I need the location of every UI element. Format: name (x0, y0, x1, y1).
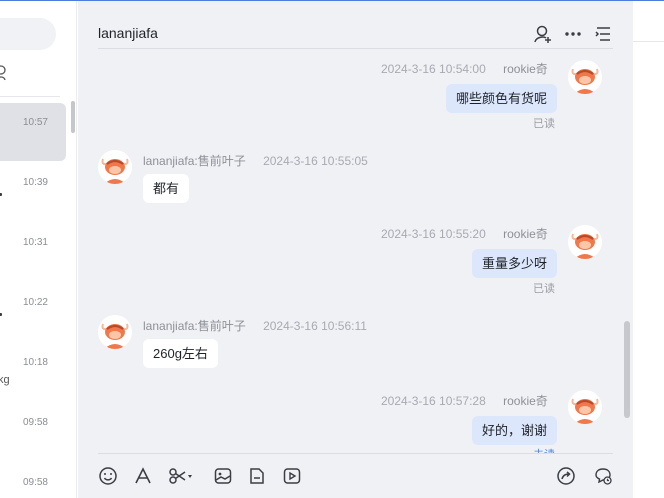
share-icon[interactable] (556, 466, 576, 486)
conversation-list-panel: 10:57 10:39 10:31 10:22 10:18 kg 09:58 0… (0, 1, 77, 498)
list-scrollbar[interactable] (71, 101, 75, 133)
search-input[interactable] (0, 18, 56, 50)
message-meta: 2024-3-16 10:54:00 rookie奇 (381, 60, 548, 77)
message-timestamp: 2024-3-16 10:55:20 (381, 227, 486, 241)
conversation-time: 09:58 (22, 477, 48, 488)
input-toolbar (98, 453, 613, 498)
avatar[interactable] (98, 315, 132, 349)
read-status: 未读 (533, 446, 555, 453)
more-icon[interactable] (563, 24, 583, 44)
contacts-icon[interactable] (0, 65, 9, 81)
add-contact-icon[interactable] (533, 24, 553, 44)
avatar[interactable] (568, 225, 602, 259)
chat-panel: lananjiafa 2024-3-16 10:54:00 rookie奇 哪些… (78, 1, 633, 498)
video-icon[interactable] (282, 466, 302, 486)
image-icon[interactable] (213, 466, 233, 486)
message-bubble: 好的，谢谢 (471, 416, 557, 445)
conversation-preview-fragment (0, 313, 2, 316)
font-icon[interactable] (133, 466, 153, 486)
message-bubble: 哪些颜色有货呢 (445, 84, 557, 113)
conversation-item[interactable]: 10:39 (0, 163, 66, 221)
chat-title: lananjiafa (98, 25, 158, 41)
conversation-time: 09:58 (22, 417, 48, 428)
scissors-icon[interactable] (168, 466, 194, 486)
message-sender: lananjiafa:售前叶子 (143, 154, 246, 168)
conversation-time: 10:18 (22, 357, 48, 368)
chat-record-icon[interactable] (593, 466, 613, 486)
conversation-item[interactable]: 09:58 (0, 463, 66, 498)
app-window: 10:57 10:39 10:31 10:22 10:18 kg 09:58 0… (0, 0, 664, 498)
message-sender: rookie奇 (503, 394, 548, 408)
conversation-item[interactable]: 09:58 (0, 403, 66, 461)
message-bubble: 都有 (143, 174, 190, 203)
list-divider (0, 96, 60, 97)
avatar[interactable] (568, 390, 602, 424)
panel-divider (633, 41, 664, 42)
chat-scrollbar[interactable] (624, 321, 630, 418)
message-area: 2024-3-16 10:54:00 rookie奇 哪些颜色有货呢 已读 la… (78, 50, 633, 453)
emoji-icon[interactable] (98, 466, 118, 486)
conversation-preview-fragment (0, 193, 2, 196)
chat-header: lananjiafa (98, 1, 613, 49)
message-sender: rookie奇 (503, 62, 548, 76)
read-status: 已读 (533, 283, 555, 295)
message-sender: rookie奇 (503, 227, 548, 241)
conversation-item[interactable]: 10:57 (0, 103, 66, 161)
message-meta: lananjiafa:售前叶子 2024-3-16 10:56:11 (143, 317, 367, 334)
conversation-item[interactable]: 10:22 (0, 283, 66, 341)
conversation-time: 10:31 (22, 237, 48, 248)
message-timestamp: 2024-3-16 10:54:00 (381, 62, 486, 76)
message-timestamp: 2024-3-16 10:55:05 (263, 154, 368, 168)
conversation-time: 10:57 (22, 117, 48, 128)
conversation-time: 10:22 (22, 297, 48, 308)
conversation-preview-text: kg (0, 374, 10, 386)
file-icon[interactable] (247, 466, 267, 486)
right-side-panel (633, 1, 664, 498)
conversation-item[interactable]: 10:31 (0, 223, 66, 281)
read-status: 已读 (533, 118, 555, 130)
message-meta: 2024-3-16 10:57:28 rookie奇 (381, 392, 548, 409)
message-bubble: 260g左右 (143, 339, 218, 368)
conversation-time: 10:39 (22, 177, 48, 188)
message-meta: 2024-3-16 10:55:20 rookie奇 (381, 225, 548, 242)
message-bubble: 重量多少呀 (471, 249, 557, 278)
conversation-item[interactable]: 10:18 kg (0, 343, 66, 401)
message-timestamp: 2024-3-16 10:56:11 (263, 319, 367, 333)
message-meta: lananjiafa:售前叶子 2024-3-16 10:55:05 (143, 152, 368, 169)
list-icon[interactable] (593, 24, 613, 44)
message-timestamp: 2024-3-16 10:57:28 (381, 394, 486, 408)
avatar[interactable] (98, 150, 132, 184)
avatar[interactable] (568, 60, 602, 94)
message-sender: lananjiafa:售前叶子 (143, 319, 246, 333)
